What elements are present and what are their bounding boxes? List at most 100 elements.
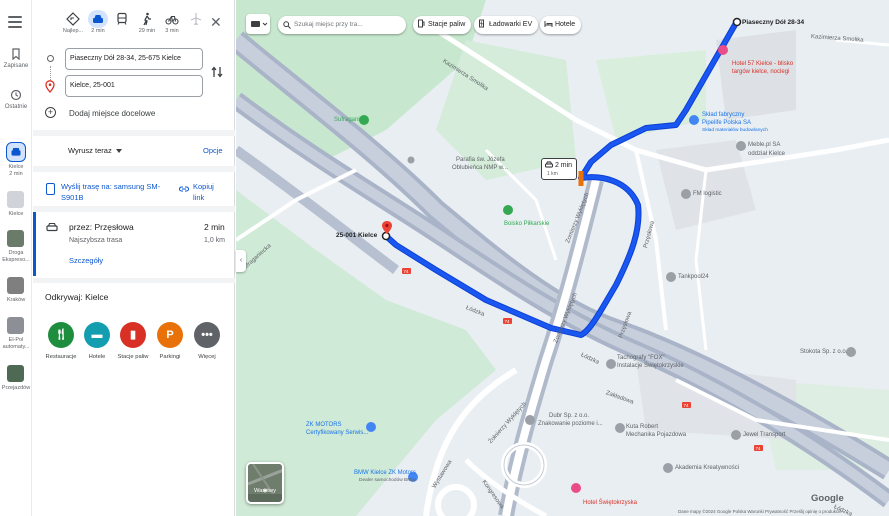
chip-gas-stations[interactable]: Stacje paliw <box>413 16 472 34</box>
category-gas-stations[interactable]: ▮ Stacje paliw <box>113 322 153 360</box>
recent-thumb-elpol[interactable] <box>7 317 24 334</box>
recent-thumb-kielce[interactable] <box>7 191 24 208</box>
place-label: Parafia św. Józefa <box>456 157 505 163</box>
copy-link-button[interactable]: Kopiuj link <box>193 181 227 203</box>
add-destination-icon[interactable]: + <box>45 107 56 118</box>
recent-thumb-droga[interactable] <box>7 230 24 247</box>
active-route-label: Kielce 2 min <box>8 164 24 177</box>
car-icon <box>93 15 103 23</box>
chip-ev-chargers[interactable]: Ładowarki EV <box>474 16 539 34</box>
place-label: Hotel Świętokrzyska <box>583 500 638 506</box>
building-poi-icon <box>736 141 746 151</box>
recent-button[interactable]: Ostatnie <box>0 89 32 111</box>
recent-thumb-krakow[interactable] <box>7 277 24 294</box>
map-canvas[interactable]: 74 74 74 74 Piaseczny Dół 28-34 25-001 K… <box>236 0 889 516</box>
map-menu-button[interactable] <box>246 14 270 34</box>
depart-now-dropdown[interactable]: Wyrusz teraz <box>68 146 122 155</box>
directions-panel: Najlep... 2 min 29 min 3 min ✕ Piaseczny… <box>33 0 235 516</box>
parking-icon: P <box>157 322 183 348</box>
recent-label: Ostatnie <box>4 104 28 110</box>
gas-station-icon: ▮ <box>120 322 146 348</box>
place-label: Tankpool24 <box>678 274 709 280</box>
caret-down-icon <box>115 149 122 154</box>
building-poi-icon <box>525 415 535 425</box>
gas-station-icon <box>418 19 425 28</box>
map-footer: Dane mapy ©2024 Google Polska Warunki Pr… <box>678 509 842 514</box>
building-poi-icon <box>663 463 673 473</box>
walk-icon <box>143 12 151 26</box>
route-shield-74-text: 74 <box>404 269 410 274</box>
recent-label-droga: Droga Ekspreso... <box>2 250 30 263</box>
place-label: ZK MOTORS <box>306 422 342 428</box>
building-poi-icon <box>681 189 691 199</box>
car-icon <box>11 147 21 156</box>
building-poi-icon <box>615 423 625 433</box>
options-button[interactable]: Opcje <box>203 146 223 155</box>
origin-input[interactable]: Piaseczny Dół 28-34, 25-675 Kielce <box>65 48 203 70</box>
building-poi-icon <box>606 359 616 369</box>
travel-modes: Najlep... 2 min 29 min 3 min <box>33 10 235 40</box>
divider <box>33 130 235 136</box>
category-restaurants[interactable]: 🍴︎ Restauracje <box>41 322 81 360</box>
layers-button[interactable]: ◈ Warstwy <box>246 462 284 504</box>
restaurant-icon: 🍴︎ <box>48 322 74 348</box>
explore-title: Odkrywaj: Kielce <box>45 292 109 302</box>
recent-label-elpol: El-Pol automaty... <box>2 337 30 350</box>
hotel-poi-icon <box>571 483 581 493</box>
place-label: Jewel Transport <box>743 432 786 438</box>
start-label: Piaseczny Dół 28-34 <box>742 19 805 26</box>
destination-pin-icon <box>382 221 392 234</box>
place-label: Pipelife Polska SA <box>702 120 752 126</box>
place-label: BMW Kielce ZK Motors <box>354 470 417 476</box>
destination-pin-icon <box>45 80 55 93</box>
swap-icon[interactable] <box>211 65 223 79</box>
keyboard-icon <box>251 21 268 27</box>
route-option-card[interactable]: przez: Przęsłowa 2 min Najszybsza trasa … <box>33 212 235 276</box>
collapse-panel-button[interactable]: ‹ <box>236 250 246 272</box>
mode-bike[interactable]: 3 min <box>160 12 184 34</box>
ev-charger-icon <box>479 19 484 28</box>
route-via: przez: Przęsłowa <box>69 222 134 232</box>
end-marker <box>381 231 391 241</box>
transit-icon <box>117 12 127 25</box>
map-graphics: 74 74 74 74 <box>236 0 889 516</box>
recent-route-active-button[interactable] <box>6 142 26 162</box>
menu-icon[interactable] <box>8 16 22 28</box>
building-block <box>716 30 796 120</box>
link-icon <box>179 186 189 192</box>
send-to-phone-link[interactable]: Wyślij trasę na: samsung SM-S901B <box>61 181 161 203</box>
route-details-link[interactable]: Szczegóły <box>69 256 103 265</box>
hotel-poi-icon <box>718 45 728 55</box>
phone-send-icon <box>46 183 55 195</box>
add-destination-button[interactable]: Dodaj miejsce docelowe <box>69 109 155 118</box>
mode-walk[interactable]: 29 min <box>135 12 159 34</box>
place-label: Instalacje Świętokrzyskie <box>617 363 684 369</box>
route-time-tooltip[interactable]: 2 min 1 km <box>541 158 577 180</box>
close-directions-button[interactable]: ✕ <box>210 15 222 29</box>
recent-thumb-przejazdow[interactable] <box>7 365 24 382</box>
start-marker <box>732 17 742 27</box>
place-label: Mechanika Pojazdowa <box>626 432 687 438</box>
saved-button[interactable]: Zapisane <box>0 48 32 70</box>
place-label: Kuta Robert <box>626 424 659 430</box>
mode-transit[interactable] <box>110 12 134 28</box>
route-dots <box>50 66 51 80</box>
chip-hotels[interactable]: Hotele <box>540 16 582 34</box>
category-more[interactable]: ••• Więcej <box>187 322 227 360</box>
place-label: oddział Kielce <box>748 151 786 157</box>
search-along-route-input[interactable]: Szukaj miejsc przy tra... <box>278 16 406 34</box>
place-label: Dubr Sp. z o.o. <box>549 413 590 419</box>
more-icon: ••• <box>194 322 220 348</box>
mode-best[interactable]: Najlep... <box>61 12 85 34</box>
search-icon <box>283 21 291 29</box>
recent-label-kielce: Kielce <box>8 211 24 217</box>
category-parking[interactable]: P Parkingi <box>150 322 190 360</box>
category-hotels[interactable]: ▬ Hotele <box>77 322 117 360</box>
place-label: Meble.pl SA <box>748 142 781 148</box>
road-zolnierzy <box>502 179 600 516</box>
bookmark-icon <box>12 48 20 60</box>
destination-input[interactable]: Kielce, 25-001 <box>65 75 203 97</box>
place-label: Certyfikowany Serwis... <box>306 430 369 436</box>
mode-car[interactable]: 2 min <box>86 10 110 34</box>
mode-flight[interactable] <box>184 12 208 28</box>
